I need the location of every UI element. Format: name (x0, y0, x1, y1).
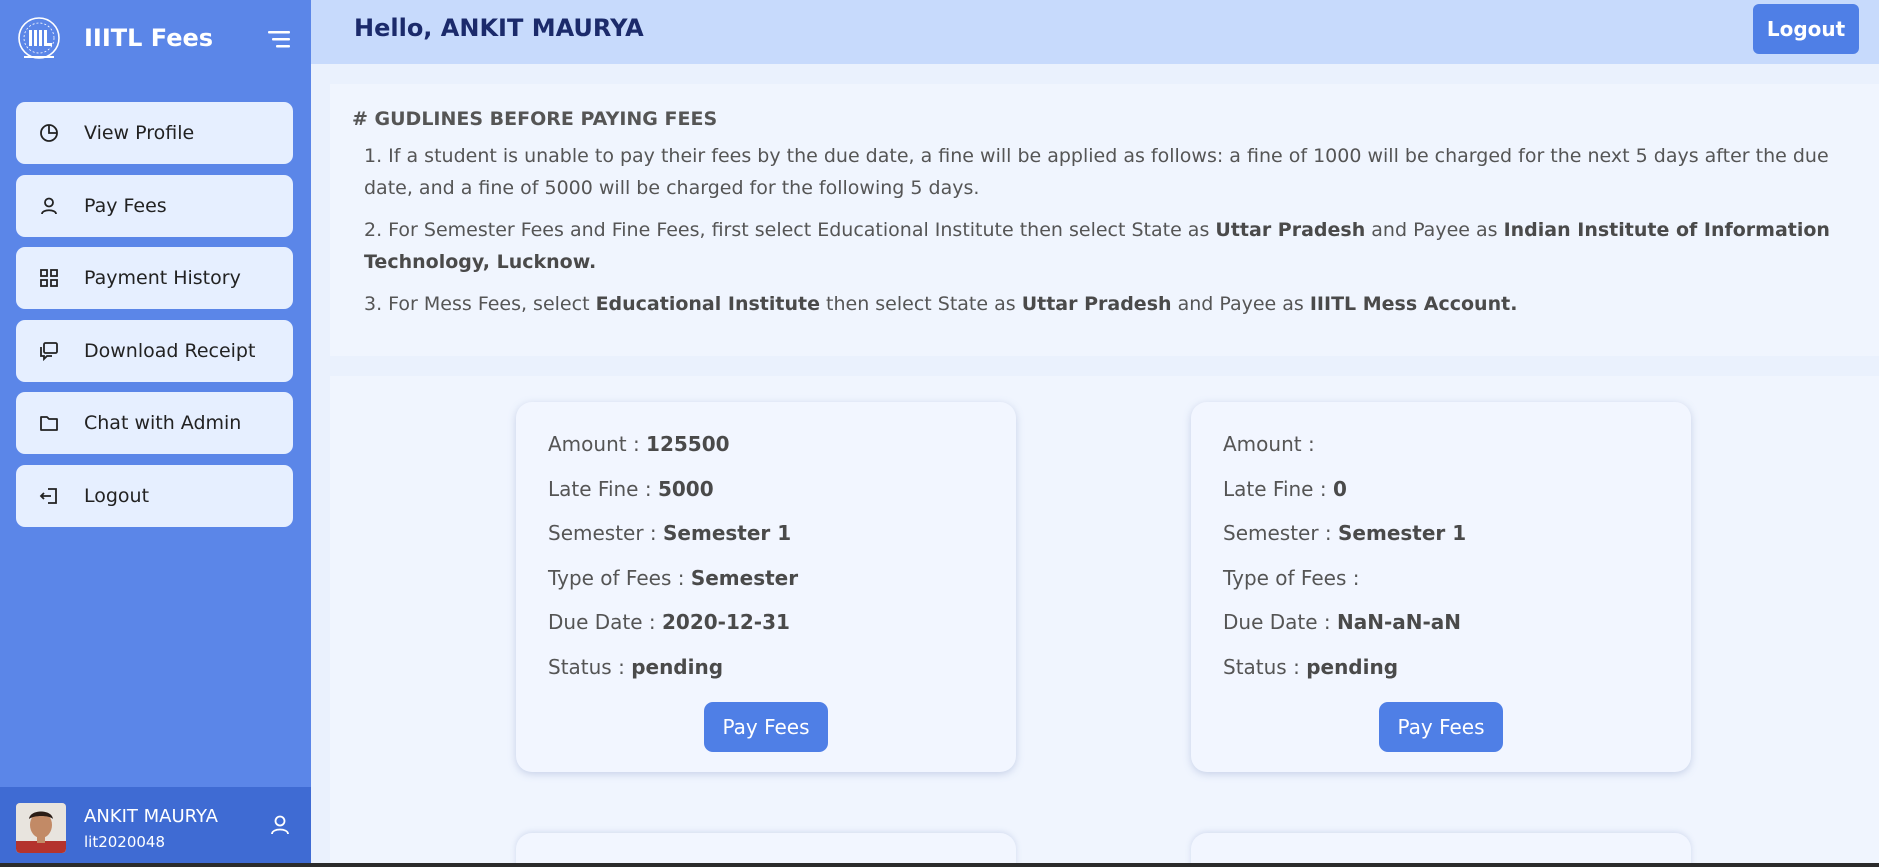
app-title: IIITL Fees (84, 24, 214, 52)
sidebar-nav: View Profile Pay Fees Payment History Do… (16, 102, 293, 537)
status-row: Status : pending (548, 655, 1016, 700)
brand: IIITL Fees (14, 14, 304, 64)
field-label: Status : (548, 654, 632, 679)
field-label: Status : (1223, 654, 1307, 679)
sidebar-item-download-receipt[interactable]: Download Receipt (16, 319, 293, 382)
sidebar-item-chat-with-admin[interactable]: Chat with Admin (16, 392, 293, 454)
field-label: Amount : (1223, 432, 1315, 456)
pay-fees-button[interactable]: Pay Fees (1379, 702, 1503, 752)
amount-value: 125500 (646, 432, 730, 456)
due-date-row: Due Date : NaN-aN-aN (1223, 610, 1691, 655)
guideline-bold: IIITL Mess Account. (1309, 293, 1518, 315)
top-header: Hello, ANKIT MAURYA Logout (311, 0, 1879, 64)
fee-type-value: Semester (690, 565, 799, 590)
sidebar: IIITL Fees View Profile Pay Fees Payment… (0, 0, 311, 863)
sidebar-item-label: Logout (84, 484, 150, 507)
due-date-row: Due Date : 2020-12-31 (548, 610, 1016, 655)
guideline-text: and Payee as (1365, 219, 1504, 241)
sidebar-item-logout[interactable]: Logout (16, 464, 293, 527)
sidebar-item-label: Pay Fees (84, 194, 167, 217)
user-id: lit2020048 (84, 833, 166, 851)
field-label: Semester : (548, 521, 664, 545)
field-label: Type of Fees : (1223, 565, 1360, 590)
guideline-text: 2. For Semester Fees and Fine Fees, firs… (364, 219, 1216, 241)
profile-icon[interactable] (268, 813, 292, 837)
status-row: Status : pending (1223, 655, 1691, 700)
guideline-1: 1. If a student is unable to pay their f… (364, 145, 1829, 199)
guidelines-title: # GUDLINES BEFORE PAYING FEES (352, 108, 718, 130)
late-fine-row: Late Fine : 5000 (548, 477, 1016, 522)
field-label: Due Date : (1223, 610, 1337, 634)
guideline-3: 3. For Mess Fees, select Educational Ins… (352, 288, 1857, 320)
pay-fees-button[interactable]: Pay Fees (704, 702, 828, 752)
sidebar-item-pay-fees[interactable]: Pay Fees (16, 174, 293, 237)
field-label: Late Fine : (1223, 476, 1333, 501)
fee-card: Amount : Late Fine : 0 Semester : Semest… (1191, 402, 1691, 772)
user-name: ANKIT MAURYA (84, 806, 218, 827)
guidelines-panel: # GUDLINES BEFORE PAYING FEES 1. If a st… (330, 84, 1879, 356)
status-value: pending (1306, 654, 1399, 679)
fees-area: Amount : 125500 Late Fine : 5000 Semeste… (330, 376, 1879, 867)
fee-type-row: Type of Fees : (1223, 566, 1691, 611)
guideline-2: 2. For Semester Fees and Fine Fees, firs… (352, 214, 1857, 278)
logout-button[interactable]: Logout (1753, 4, 1859, 54)
late-fine-value: 5000 (657, 476, 714, 501)
semester-row: Semester : Semester 1 (1223, 521, 1691, 566)
field-label: Late Fine : (548, 476, 658, 501)
user-panel: ANKIT MAURYA lit2020048 (0, 787, 311, 863)
field-label: Type of Fees : (548, 565, 691, 590)
guideline-bold: Uttar Pradesh (1215, 219, 1366, 241)
field-label: Semester : (1223, 521, 1339, 545)
late-fine-row: Late Fine : 0 (1223, 477, 1691, 522)
fee-card-partial (516, 833, 1016, 867)
guideline-bold: Educational Institute (595, 293, 820, 315)
sidebar-item-label: View Profile (84, 122, 195, 144)
menu-toggle-icon[interactable] (266, 28, 294, 50)
fee-card: Amount : 125500 Late Fine : 5000 Semeste… (516, 402, 1016, 772)
guideline-bold: Uttar Pradesh (1021, 293, 1172, 315)
status-value: pending (631, 654, 724, 679)
pie-chart-icon (38, 122, 60, 144)
avatar (16, 803, 66, 853)
sidebar-item-view-profile[interactable]: View Profile (16, 102, 293, 164)
window-bottom-edge (0, 863, 1879, 867)
institute-logo-icon (18, 17, 60, 59)
sidebar-item-label: Chat with Admin (84, 412, 242, 434)
field-label: Due Date : (548, 610, 662, 634)
semester-row: Semester : Semester 1 (548, 521, 1016, 566)
guideline-text: then select State as (819, 293, 1022, 315)
due-date-value: NaN-aN-aN (1337, 610, 1462, 634)
sidebar-item-label: Download Receipt (84, 339, 256, 362)
due-date-value: 2020-12-31 (662, 610, 790, 634)
amount-row: Amount : (1223, 432, 1691, 477)
fee-card-partial (1191, 833, 1691, 867)
guideline-text: and Payee as (1171, 293, 1310, 315)
semester-value: Semester 1 (663, 521, 792, 545)
amount-row: Amount : 125500 (548, 432, 1016, 477)
fee-type-row: Type of Fees : Semester (548, 566, 1016, 611)
semester-value: Semester 1 (1338, 521, 1467, 545)
late-fine-value: 0 (1332, 476, 1347, 501)
user-icon (38, 195, 60, 217)
sidebar-item-payment-history[interactable]: Payment History (16, 247, 293, 309)
chat-icon (38, 340, 60, 362)
grid-icon (38, 267, 60, 289)
logout-icon (38, 485, 60, 507)
field-label: Amount : (548, 432, 647, 456)
guideline-text: 3. For Mess Fees, select (364, 293, 596, 315)
sidebar-item-label: Payment History (84, 267, 241, 289)
folder-icon (38, 412, 60, 434)
greeting: Hello, ANKIT MAURYA (354, 14, 644, 42)
